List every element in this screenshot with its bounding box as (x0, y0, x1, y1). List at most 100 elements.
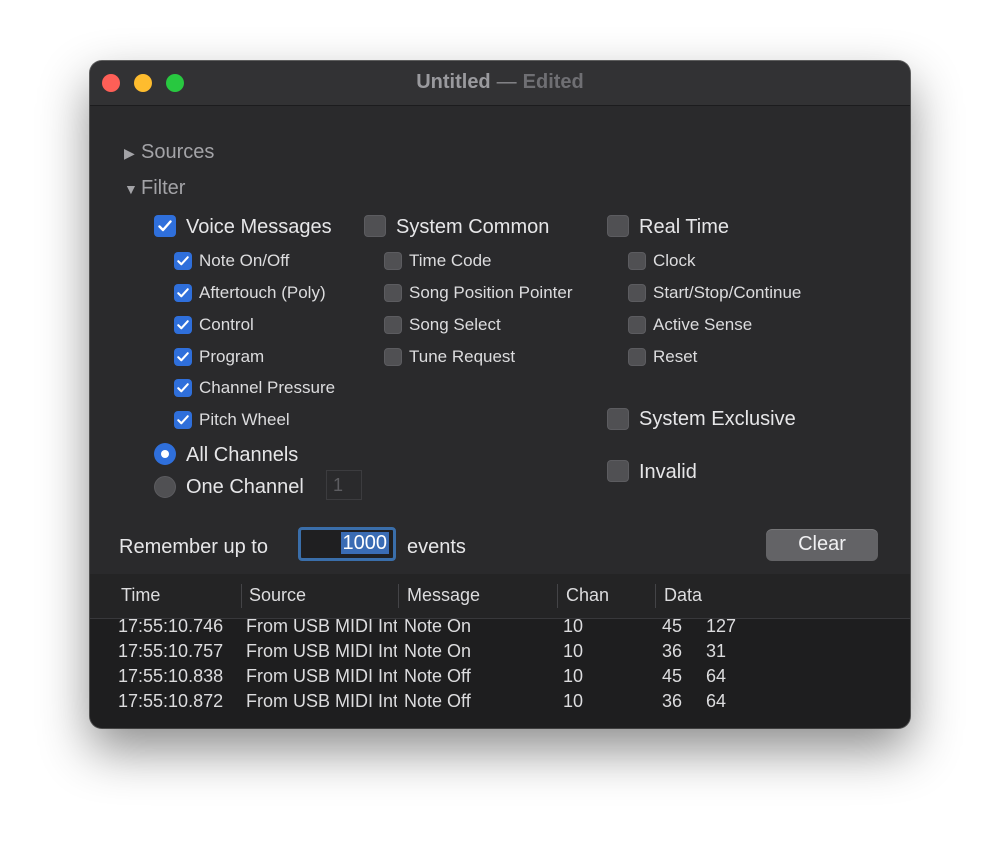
checkmark-icon (177, 383, 189, 393)
pitch-wheel-label: Pitch Wheel (199, 410, 290, 429)
control-label: Control (199, 315, 254, 334)
cell-message: Note Off (404, 666, 471, 686)
cell-data1: 45 (662, 666, 683, 686)
column-header-chan[interactable]: Chan (566, 585, 609, 606)
control-checkbox[interactable] (174, 316, 192, 334)
filter-label: Filter (141, 177, 186, 199)
song-position-pointer-label: Song Position Pointer (409, 283, 573, 302)
cell-source: From USB MIDI Interface (246, 691, 397, 711)
table-row[interactable]: 17:55:10.838 From USB MIDI Interface Not… (90, 666, 910, 691)
column-separator[interactable] (557, 584, 558, 608)
tune-request-checkbox[interactable] (384, 348, 402, 366)
cell-data2: 127 (706, 616, 737, 636)
column-header-data[interactable]: Data (664, 585, 702, 606)
program-label: Program (199, 347, 265, 366)
sources-disclosure[interactable]: ▶ Sources (124, 141, 214, 164)
channel-number-field[interactable]: 1 (326, 470, 362, 500)
clock-label: Clock (653, 251, 696, 270)
real-time-label: Real Time (639, 216, 730, 238)
cell-data1: 36 (662, 691, 683, 711)
cell-message: Note On (404, 641, 472, 661)
cell-source: From USB MIDI Interface (246, 666, 397, 686)
invalid-checkbox[interactable] (607, 460, 629, 482)
cell-chan: 10 (563, 691, 584, 711)
cell-message: Note Off (404, 691, 471, 711)
system-exclusive-checkbox[interactable] (607, 408, 629, 430)
cell-time: 17:55:10.872 (118, 691, 224, 711)
checkmark-icon (177, 288, 189, 298)
remember-suffix-label: events (407, 536, 466, 558)
note-on-off-checkbox[interactable] (174, 252, 192, 270)
clock-checkbox[interactable] (628, 252, 646, 270)
document-name: Untitled (416, 71, 491, 93)
edited-status: Edited (522, 71, 584, 93)
voice-messages-checkbox[interactable] (154, 215, 176, 237)
cell-chan: 10 (563, 616, 584, 636)
cell-data1: 45 (662, 616, 683, 636)
cell-data2: 31 (706, 641, 727, 661)
active-sense-checkbox[interactable] (628, 316, 646, 334)
reset-checkbox[interactable] (628, 348, 646, 366)
column-header-message[interactable]: Message (407, 585, 480, 606)
title-bar: Untitled — Edited (90, 61, 910, 106)
table-row[interactable]: 17:55:10.872 From USB MIDI Interface Not… (90, 691, 910, 716)
checkmark-icon (177, 415, 189, 425)
cell-data1: 36 (662, 641, 683, 661)
note-on-off-label: Note On/Off (199, 251, 290, 270)
song-select-label: Song Select (409, 315, 501, 334)
reset-label: Reset (653, 347, 698, 366)
column-separator[interactable] (655, 584, 656, 608)
checkmark-icon (177, 256, 189, 266)
sources-label: Sources (141, 141, 215, 163)
system-common-checkbox[interactable] (364, 215, 386, 237)
checkmark-icon (177, 320, 189, 330)
pitch-wheel-checkbox[interactable] (174, 411, 192, 429)
cell-source: From USB MIDI Interface (246, 616, 397, 636)
remember-prefix-label: Remember up to (119, 536, 268, 558)
time-code-label: Time Code (409, 251, 492, 270)
aftertouch-poly-checkbox[interactable] (174, 284, 192, 302)
disclosure-down-icon: ▼ (124, 181, 138, 197)
cell-message: Note On (404, 616, 472, 636)
cell-time: 17:55:10.838 (118, 666, 224, 686)
filter-disclosure[interactable]: ▼ Filter (124, 177, 185, 200)
start-stop-continue-label: Start/Stop/Continue (653, 283, 802, 302)
table-row[interactable]: 17:55:10.757 From USB MIDI Interface Not… (90, 641, 910, 666)
cell-chan: 10 (563, 641, 584, 661)
column-header-source[interactable]: Source (249, 585, 306, 606)
cell-time: 17:55:10.746 (118, 616, 224, 636)
title-separator: — (496, 71, 517, 93)
column-header-time[interactable]: Time (121, 585, 160, 606)
real-time-checkbox[interactable] (607, 215, 629, 237)
cell-time: 17:55:10.757 (118, 641, 224, 661)
events-table[interactable]: Time Source Message Chan Data 17:55:10.7… (90, 574, 910, 728)
one-channel-label: One Channel (186, 476, 304, 498)
song-select-checkbox[interactable] (384, 316, 402, 334)
table-row[interactable]: 17:55:10.746 From USB MIDI Interface Not… (90, 616, 910, 641)
column-separator[interactable] (398, 584, 399, 608)
one-channel-radio[interactable] (154, 476, 176, 498)
song-position-pointer-checkbox[interactable] (384, 284, 402, 302)
channel-pressure-label: Channel Pressure (199, 378, 336, 397)
remember-events-field[interactable]: 1000 (298, 527, 396, 561)
aftertouch-poly-label: Aftertouch (Poly) (199, 283, 326, 302)
midi-monitor-window: Untitled — Edited ▶ Sources ▼ Filter Voice M… (90, 61, 910, 728)
checkmark-icon (177, 352, 189, 362)
channel-pressure-checkbox[interactable] (174, 379, 192, 397)
program-checkbox[interactable] (174, 348, 192, 366)
checkmark-icon (158, 220, 172, 232)
invalid-label: Invalid (639, 461, 697, 483)
remember-events-value: 1000 (340, 532, 389, 554)
disclosure-right-icon: ▶ (124, 145, 135, 161)
cell-chan: 10 (563, 666, 584, 686)
time-code-checkbox[interactable] (384, 252, 402, 270)
column-separator[interactable] (241, 584, 242, 608)
cell-source: From USB MIDI Interface (246, 641, 397, 661)
cell-data2: 64 (706, 691, 727, 711)
active-sense-label: Active Sense (653, 315, 753, 334)
clear-button[interactable]: Clear (766, 529, 878, 561)
start-stop-continue-checkbox[interactable] (628, 284, 646, 302)
system-exclusive-label: System Exclusive (639, 408, 796, 430)
cell-data2: 64 (706, 666, 727, 686)
all-channels-radio[interactable] (154, 443, 176, 465)
